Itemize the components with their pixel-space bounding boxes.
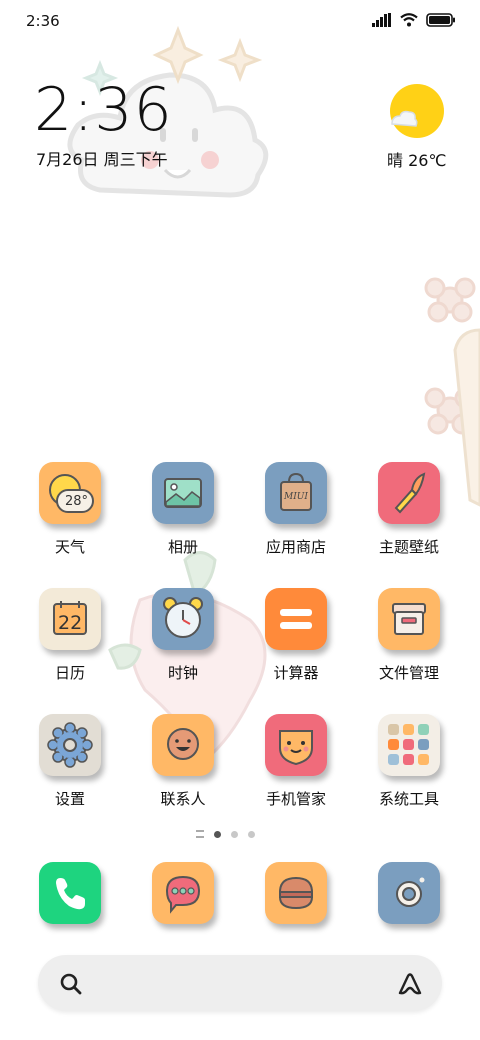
search-bar[interactable] — [38, 955, 442, 1011]
contacts-icon — [152, 714, 214, 776]
alarm-clock-icon — [152, 588, 214, 650]
app-label: 日历 — [54, 664, 85, 682]
calculator-icon — [265, 588, 327, 650]
weather-widget-text: 晴 26℃ — [387, 151, 447, 170]
app-label: 相册 — [167, 538, 198, 556]
themes-icon — [378, 462, 440, 524]
app-store-icon: MIUI — [265, 462, 327, 524]
clock-widget-date: 7月26日 周三下午 — [36, 150, 168, 169]
app-calculator[interactable]: 计算器 — [236, 588, 356, 683]
app-label: 系统工具 — [378, 790, 439, 808]
app-label: 文件管理 — [378, 664, 439, 682]
weather-icon-temp: 28° — [65, 494, 89, 509]
app-calendar[interactable]: 22 日历 — [10, 588, 130, 683]
battery-icon — [426, 13, 455, 27]
dock-camera[interactable] — [349, 862, 469, 924]
page-dot — [248, 830, 255, 838]
app-label: 联系人 — [160, 790, 206, 808]
search-icon — [60, 973, 82, 995]
page-indicator[interactable] — [196, 830, 255, 838]
app-weather[interactable]: 28° 天气 — [10, 462, 130, 557]
camera-icon — [378, 862, 440, 924]
calendar-day: 22 — [58, 612, 83, 634]
folder-grid-icon — [378, 714, 440, 776]
dock-browser[interactable] — [236, 862, 356, 924]
app-label: 计算器 — [273, 664, 319, 682]
browser-icon — [265, 862, 327, 924]
settings-gear-icon — [39, 714, 101, 776]
app-label: 时钟 — [167, 664, 198, 682]
page-dot — [231, 830, 238, 838]
calendar-icon: 22 — [39, 588, 101, 650]
app-label: 手机管家 — [265, 790, 326, 808]
app-system-tools[interactable]: 系统工具 — [349, 714, 469, 809]
file-manager-icon — [378, 588, 440, 650]
status-time: 2:36 — [26, 12, 60, 30]
wifi-icon — [400, 13, 418, 27]
app-gallery[interactable]: 相册 — [123, 462, 243, 557]
page-indicator-menu — [196, 830, 204, 838]
weather-icon: 28° — [39, 462, 101, 524]
gallery-icon — [152, 462, 214, 524]
clock-widget-time[interactable]: 2:36 — [34, 80, 173, 140]
signal-icon — [372, 13, 391, 27]
page-dot-current — [214, 830, 221, 838]
phone-icon — [39, 862, 101, 924]
app-contacts[interactable]: 联系人 — [123, 714, 243, 809]
assistant-icon[interactable] — [396, 970, 424, 998]
app-label: 应用商店 — [265, 538, 326, 556]
app-label: 主题壁纸 — [378, 538, 439, 556]
app-store[interactable]: MIUI 应用商店 — [236, 462, 356, 557]
security-icon — [265, 714, 327, 776]
dock-phone[interactable] — [10, 862, 130, 924]
messages-icon — [152, 862, 214, 924]
store-icon-text: MIUI — [284, 492, 308, 502]
app-themes[interactable]: 主题壁纸 — [349, 462, 469, 557]
app-file-manager[interactable]: 文件管理 — [349, 588, 469, 683]
app-label: 天气 — [54, 538, 85, 556]
app-label: 设置 — [54, 790, 85, 808]
status-icons — [372, 13, 456, 27]
app-clock[interactable]: 时钟 — [123, 588, 243, 683]
app-settings[interactable]: 设置 — [10, 714, 130, 809]
app-security[interactable]: 手机管家 — [236, 714, 356, 809]
dock-messages[interactable] — [123, 862, 243, 924]
weather-sun-icon[interactable] — [390, 84, 444, 138]
status-bar: 2:36 — [0, 0, 480, 40]
